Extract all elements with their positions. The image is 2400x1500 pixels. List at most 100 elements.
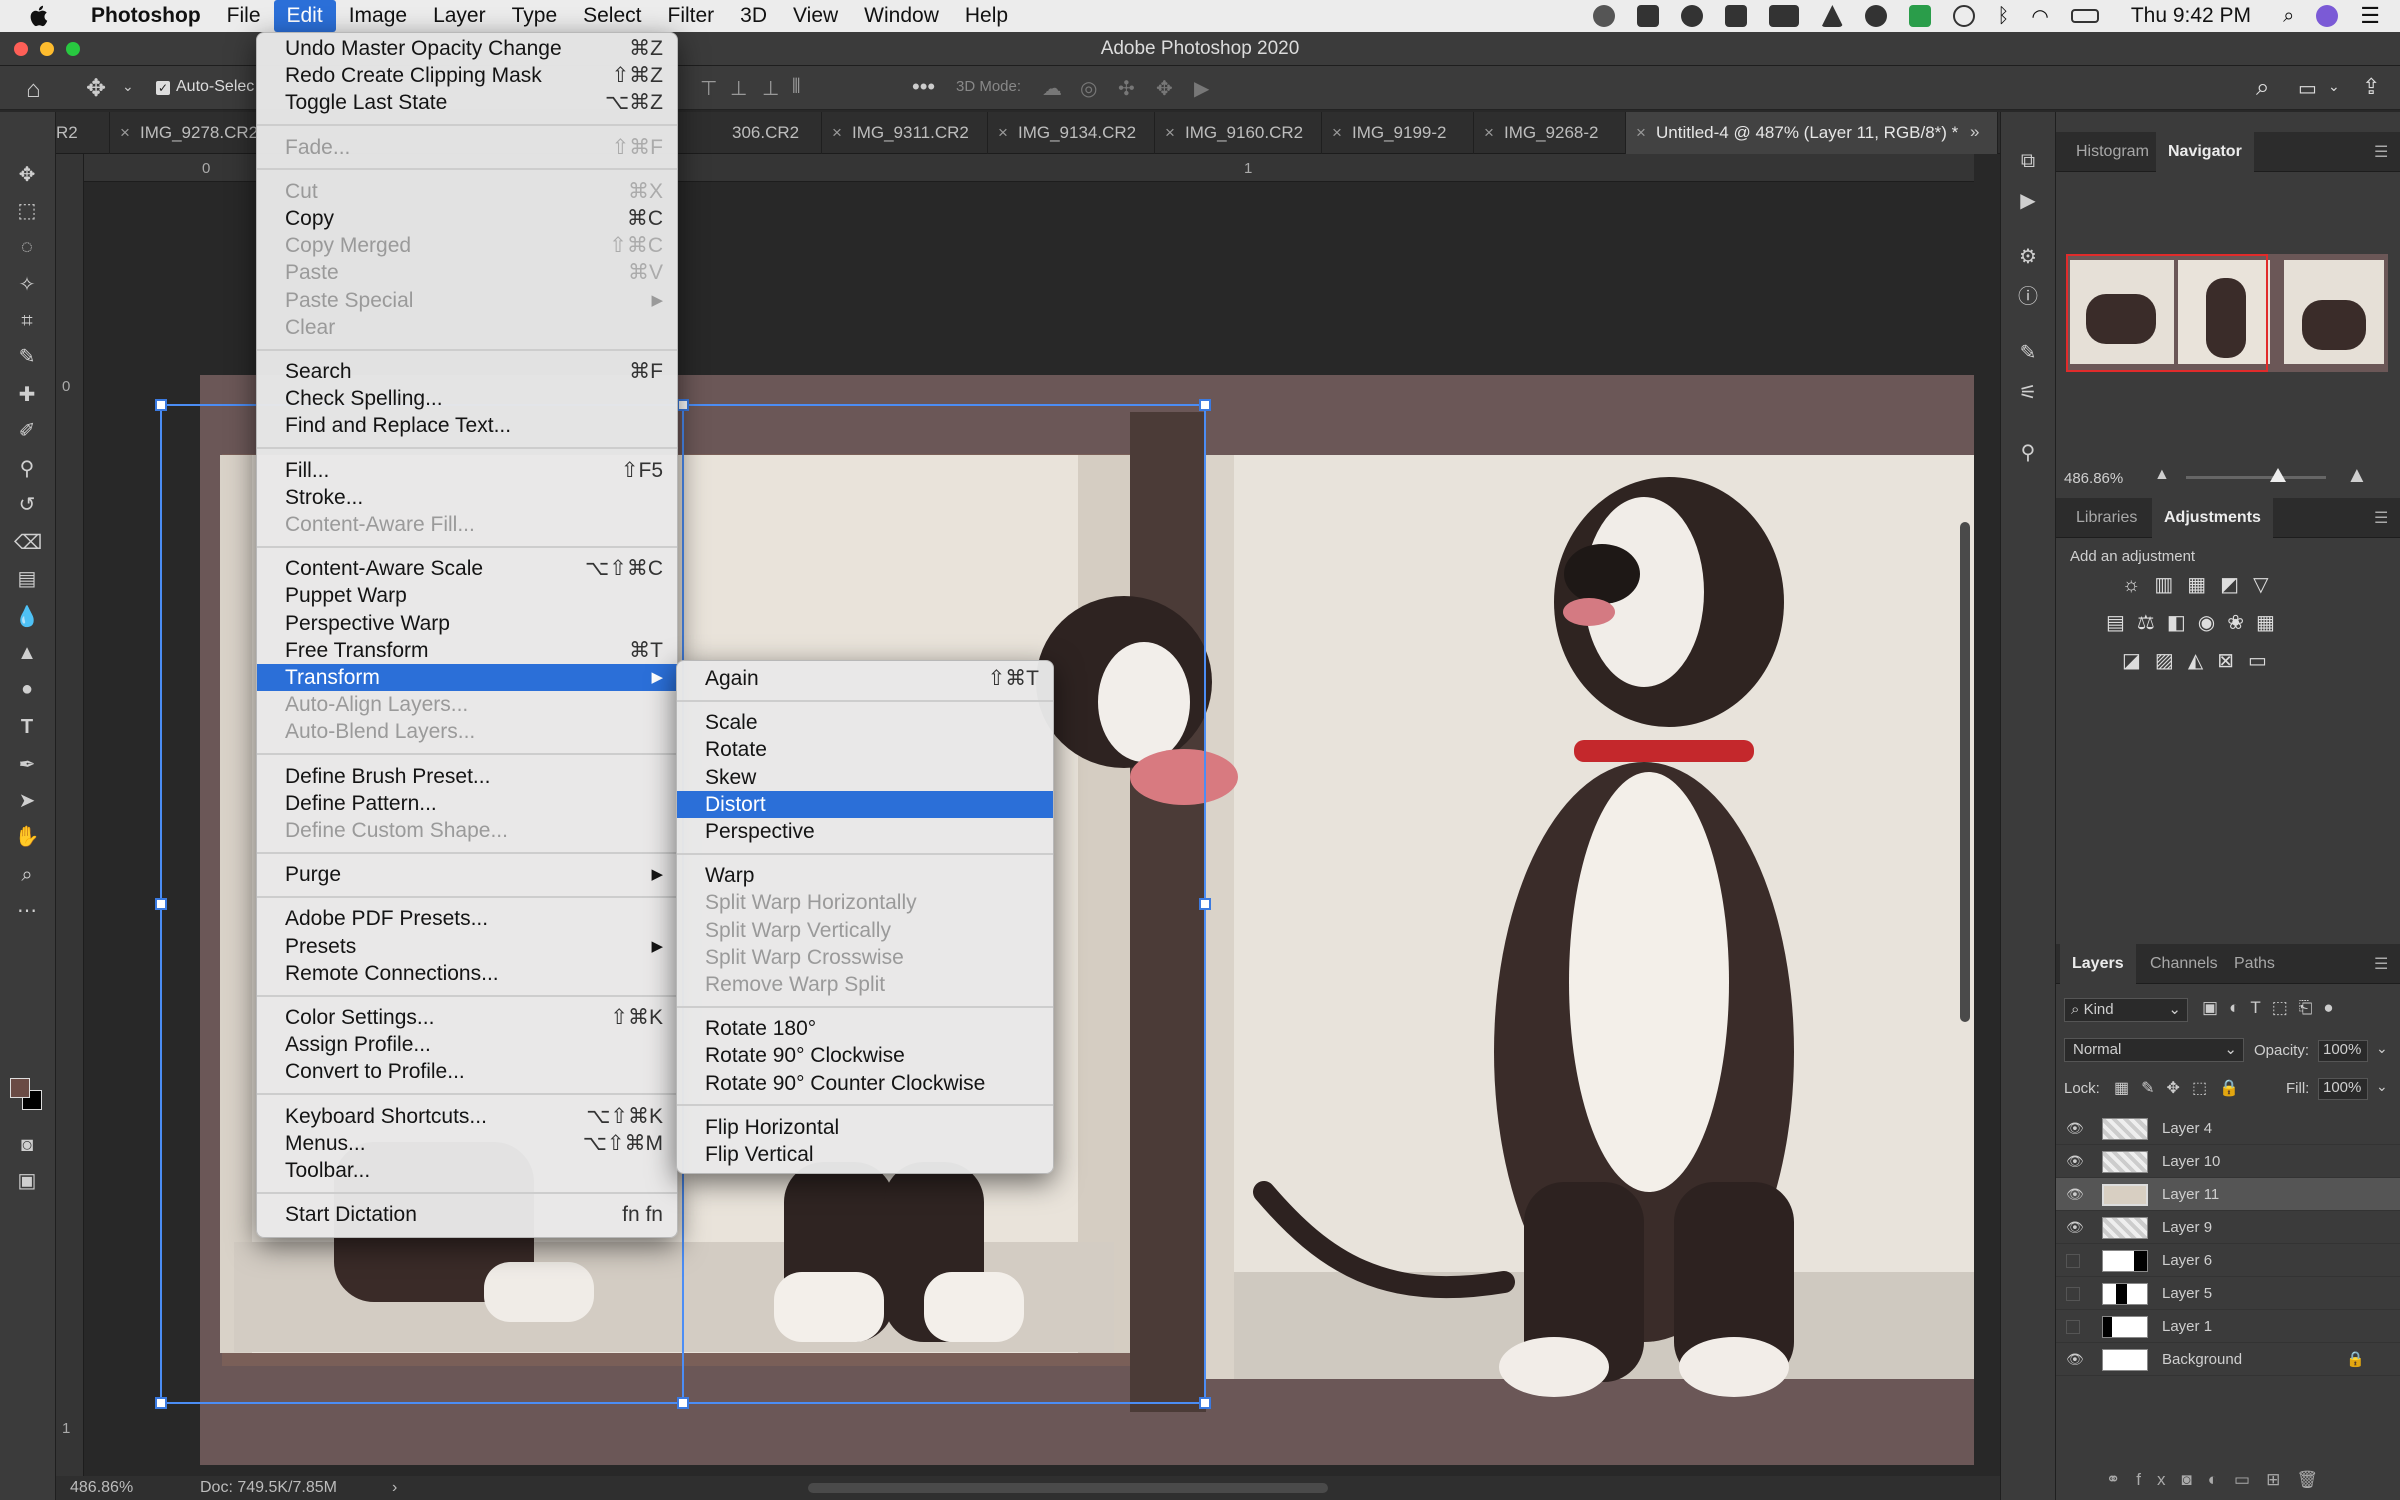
menu-item-presets[interactable]: Presets ▶	[257, 933, 677, 960]
visibility-eye-icon[interactable]: 👁	[2066, 1178, 2086, 1211]
align-bottom-icon[interactable]: ⊥	[762, 76, 779, 101]
tab-adjustments[interactable]: Adjustments	[2152, 498, 2273, 538]
share-icon[interactable]: ⇪	[2362, 74, 2380, 100]
filter-adjustment-icon[interactable]: ◐	[2229, 998, 2250, 1017]
menu-window[interactable]: Window	[851, 0, 952, 32]
zoom-out-icon[interactable]: ▲	[2154, 466, 2170, 484]
path-selection-tool-icon[interactable]: ➤	[14, 788, 40, 814]
menu-item-convert-to-profile[interactable]: Convert to Profile...	[257, 1058, 677, 1085]
opacity-dropdown-icon[interactable]: ⌄	[2376, 1040, 2388, 1057]
shield-icon[interactable]	[1637, 5, 1660, 27]
zoom-slider-thumb[interactable]	[2270, 468, 2286, 482]
zoom-readout[interactable]: 486.86%	[70, 1479, 133, 1497]
cloud-sync-icon[interactable]	[1681, 5, 1704, 27]
menu-item-assign-profile[interactable]: Assign Profile...	[257, 1031, 677, 1058]
brush-tool-icon[interactable]: ✐	[14, 418, 40, 444]
layer-row[interactable]: 👁 Layer 10	[2056, 1145, 2400, 1178]
tabs-overflow-icon[interactable]: »	[1970, 122, 1979, 142]
channel-mixer-icon[interactable]: ❀	[2227, 612, 2256, 634]
layer-filter-kind[interactable]: ⌕ Kind ⌄	[2064, 998, 2188, 1022]
new-adjustment-icon[interactable]: ◐	[2208, 1470, 2234, 1489]
menu-item-find-and-replace-text[interactable]: Find and Replace Text...	[257, 412, 677, 439]
menu-3d[interactable]: 3D	[727, 0, 780, 32]
maximize-window-button[interactable]	[66, 42, 80, 56]
doc-tab[interactable]: 306.CR2	[672, 112, 822, 154]
menu-item-toolbar[interactable]: Toolbar...	[257, 1157, 677, 1184]
curves-icon[interactable]: ▦	[2187, 574, 2220, 596]
tab-layers[interactable]: Layers	[2060, 944, 2136, 984]
visibility-toggle-empty[interactable]	[2066, 1287, 2080, 1301]
menu-item-keyboard-shortcuts[interactable]: Keyboard Shortcuts... ⌥⇧⌘K	[257, 1103, 677, 1130]
lock-position-icon[interactable]: ✥	[2167, 1080, 2192, 1097]
3d-drag-icon[interactable]: ✣	[1118, 76, 1135, 101]
visibility-toggle-empty[interactable]	[2066, 1320, 2080, 1334]
lock-artboard-icon[interactable]: ⬚	[2192, 1080, 2219, 1097]
filter-pixel-icon[interactable]: ▣	[2202, 998, 2229, 1017]
gradient-tool-icon[interactable]: ▤	[14, 566, 40, 592]
3d-orbit-icon[interactable]: ☁	[1042, 76, 1062, 101]
tab-libraries[interactable]: Libraries	[2064, 498, 2149, 538]
menu-item-redo-create-clipping-mask[interactable]: Redo Create Clipping Mask ⇧⌘Z	[257, 62, 677, 89]
more-options-icon[interactable]: •••	[912, 74, 935, 100]
visibility-eye-icon[interactable]: 👁	[2066, 1343, 2086, 1376]
menu-type[interactable]: Type	[499, 0, 571, 32]
menu-item-content-aware-scale[interactable]: Content-Aware Scale ⌥⇧⌘C	[257, 555, 677, 582]
delete-layer-icon[interactable]: 🗑	[2296, 1470, 2334, 1489]
hue-saturation-icon[interactable]: ▤	[2106, 612, 2137, 634]
lock-all-icon[interactable]: 🔒	[2219, 1080, 2251, 1097]
menu-item-search[interactable]: Search ⌘F	[257, 358, 677, 385]
new-group-icon[interactable]: ▭	[2234, 1470, 2266, 1489]
actions-play-icon[interactable]: ▶	[2015, 188, 2041, 214]
doc-tab[interactable]: × IMG_9268-2	[1474, 112, 1626, 154]
brushes-panel-icon[interactable]: ✎	[2015, 340, 2041, 366]
menu-item-undo-master-opacity-change[interactable]: Undo Master Opacity Change ⌘Z	[257, 35, 677, 62]
panel-menu-icon[interactable]: ☰	[2374, 142, 2388, 162]
lock-pixels-icon[interactable]: ✎	[2141, 1080, 2166, 1097]
3d-slide-icon[interactable]: ✥	[1156, 76, 1173, 101]
pen-tool-icon[interactable]: ✒	[14, 752, 40, 778]
filter-type-icon[interactable]: T	[2250, 998, 2271, 1017]
vertical-scrollbar[interactable]	[1960, 522, 1970, 1022]
menu-item-remote-connections[interactable]: Remote Connections...	[257, 960, 677, 987]
black-white-icon[interactable]: ◧	[2167, 612, 2198, 634]
menu-item-start-dictation[interactable]: Start Dictation fn fn	[257, 1201, 677, 1228]
search-icon[interactable]: ⌕	[2256, 74, 2269, 102]
time-machine-icon[interactable]	[1953, 5, 1976, 27]
apple-icon[interactable]	[28, 4, 52, 28]
menu-item-puppet-warp[interactable]: Puppet Warp	[257, 582, 677, 609]
menu-item-rotate-90-clockwise[interactable]: Rotate 90° Clockwise	[677, 1042, 1053, 1069]
menu-item-rotate-180[interactable]: Rotate 180°	[677, 1015, 1053, 1042]
menu-item-menus[interactable]: Menus... ⌥⇧⌘M	[257, 1130, 677, 1157]
filter-shape-icon[interactable]: ⬚	[2272, 998, 2299, 1017]
gradient-map-icon[interactable]: ▭	[2248, 650, 2281, 672]
menu-item-check-spelling[interactable]: Check Spelling...	[257, 385, 677, 412]
wifi-icon[interactable]: ◠	[2031, 4, 2048, 29]
menu-item-scale[interactable]: Scale	[677, 709, 1053, 736]
tab-paths[interactable]: Paths	[2222, 944, 2287, 984]
fill-field[interactable]: 100%	[2318, 1078, 2368, 1100]
menu-view[interactable]: View	[780, 0, 851, 32]
menu-item-distort[interactable]: Distort	[677, 790, 1053, 818]
invert-icon[interactable]: ◪	[2122, 650, 2155, 672]
exposure-icon[interactable]: ◩	[2220, 574, 2253, 596]
menu-item-transform[interactable]: Transform ▶	[257, 664, 677, 691]
threshold-icon[interactable]: ◭	[2188, 650, 2217, 672]
menu-item-stroke[interactable]: Stroke...	[257, 484, 677, 511]
menu-item-warp[interactable]: Warp	[677, 862, 1053, 889]
horizontal-scrollbar[interactable]	[808, 1483, 1328, 1493]
menu-item-free-transform[interactable]: Free Transform ⌘T	[257, 637, 677, 664]
hand-tool-icon[interactable]: ✋	[14, 824, 40, 850]
align-vcenter-icon[interactable]: ⊥	[730, 76, 747, 101]
color-lookup-icon[interactable]: ▦	[2256, 612, 2287, 634]
visibility-eye-icon[interactable]: 👁	[2066, 1112, 2086, 1145]
menu-item-define-pattern[interactable]: Define Pattern...	[257, 790, 677, 817]
clone-stamp-tool-icon[interactable]: ⚲	[14, 456, 40, 482]
close-tab-icon[interactable]: ×	[832, 112, 842, 154]
filter-smart-object-icon[interactable]: ⎗	[2299, 998, 2324, 1017]
doc-size-readout[interactable]: Doc: 749.5K/7.85M	[200, 1479, 337, 1497]
eraser-tool-icon[interactable]: ⌫	[14, 530, 42, 556]
menu-item-flip-vertical[interactable]: Flip Vertical	[677, 1141, 1053, 1168]
foreground-color-swatch[interactable]	[10, 1078, 30, 1098]
brush-settings-icon[interactable]: ⚟	[2015, 380, 2041, 406]
creative-cloud-icon[interactable]	[1593, 5, 1616, 27]
